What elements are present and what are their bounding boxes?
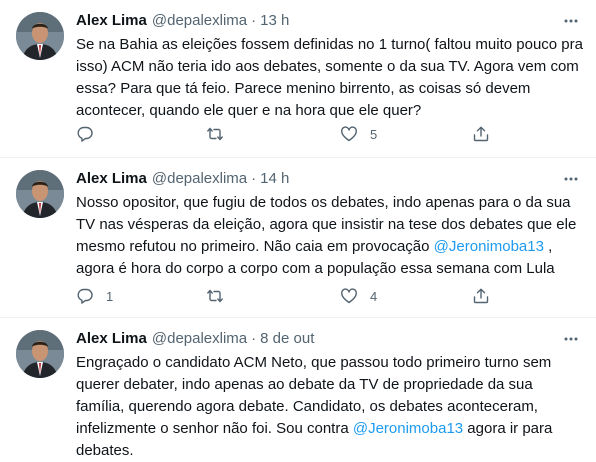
share-button[interactable]: [472, 287, 490, 305]
author-handle[interactable]: @depalexlima: [152, 12, 247, 29]
separator-dot: ·: [251, 11, 257, 29]
separator-dot: ·: [251, 169, 257, 187]
tweet-timestamp[interactable]: 13 h: [260, 12, 289, 29]
reply-icon: [76, 125, 94, 143]
tweet-header: Alex Lima @depalexlima · 14 h: [76, 168, 289, 188]
author-name[interactable]: Alex Lima: [76, 330, 147, 347]
like-count: 4: [370, 288, 378, 304]
retweet-button[interactable]: [206, 125, 246, 143]
mention-link[interactable]: @Jeronimoba13: [353, 420, 463, 437]
author-name[interactable]: Alex Lima: [76, 170, 147, 187]
tweet-text: Nosso opositor, que fugiu de todos os de…: [76, 192, 584, 280]
retweet-button[interactable]: [206, 287, 246, 305]
author-name[interactable]: Alex Lima: [76, 12, 147, 29]
reply-count: 1: [106, 288, 114, 304]
tweet-header: Alex Lima @depalexlima · 13 h: [76, 10, 289, 30]
mention-link[interactable]: @Jeronimoba13: [434, 238, 544, 255]
tweet[interactable]: Alex Lima @depalexlima · 14 h Nosso opos…: [0, 158, 596, 318]
reply-button[interactable]: [76, 125, 116, 143]
heart-icon: [340, 125, 358, 143]
tweet[interactable]: Alex Lima @depalexlima · 8 de out Engraç…: [0, 318, 596, 459]
heart-icon: [340, 287, 358, 305]
like-button[interactable]: 5: [340, 125, 380, 143]
tweet-text: Se na Bahia as eleições fossem definidas…: [76, 34, 584, 122]
avatar[interactable]: [16, 170, 64, 218]
reply-icon: [76, 287, 94, 305]
share-icon: [472, 287, 490, 305]
tweet-timestamp[interactable]: 14 h: [260, 170, 289, 187]
like-count: 5: [370, 126, 378, 142]
tweet-header: Alex Lima @depalexlima · 8 de out: [76, 328, 314, 348]
avatar[interactable]: [16, 330, 64, 378]
tweet-actions: 1 4: [76, 286, 496, 306]
retweet-icon: [206, 287, 224, 305]
more-options-icon[interactable]: [562, 330, 580, 348]
tweet-text-part: Se na Bahia as eleições fossem definidas…: [76, 36, 583, 119]
author-handle[interactable]: @depalexlima: [152, 330, 247, 347]
reply-button[interactable]: 1: [76, 287, 116, 305]
share-button[interactable]: [472, 125, 490, 143]
tweet-text: Engraçado o candidato ACM Neto, que pass…: [76, 352, 584, 462]
tweet-actions: 5: [76, 124, 496, 144]
more-options-icon[interactable]: [562, 12, 580, 30]
share-icon: [472, 125, 490, 143]
like-button[interactable]: 4: [340, 287, 380, 305]
retweet-icon: [206, 125, 224, 143]
more-options-icon[interactable]: [562, 170, 580, 188]
tweet-timestamp[interactable]: 8 de out: [260, 330, 314, 347]
separator-dot: ·: [251, 329, 257, 347]
tweet[interactable]: Alex Lima @depalexlima · 13 h Se na Bahi…: [0, 0, 596, 158]
avatar[interactable]: [16, 12, 64, 60]
author-handle[interactable]: @depalexlima: [152, 170, 247, 187]
